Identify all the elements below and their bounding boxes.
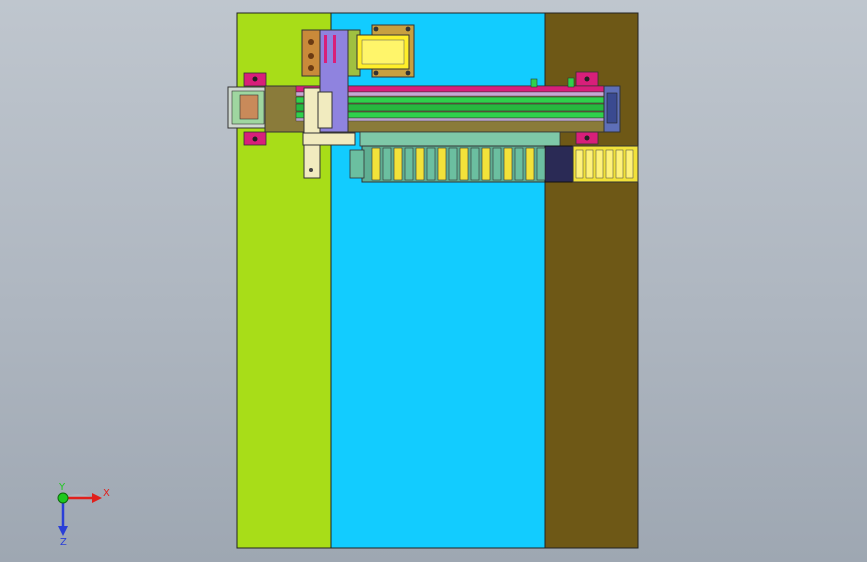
cable-drag-chain[interactable] (349, 145, 639, 183)
chain-link (448, 147, 458, 181)
chain-link (615, 149, 624, 179)
chain-link (503, 147, 513, 181)
chain-link (514, 147, 524, 181)
chain-link (585, 149, 594, 179)
chain-link (605, 149, 614, 179)
chain-link (470, 147, 480, 181)
chain-link (595, 149, 604, 179)
chain-link (459, 147, 469, 181)
chain-link (625, 149, 634, 179)
x-axis-arrowhead (92, 493, 102, 503)
support-block-right-top (575, 71, 599, 87)
chain-link (481, 147, 491, 181)
y-axis-origin (57, 492, 69, 504)
guide-bracket-right (530, 78, 538, 88)
graphics-viewport[interactable]: X Y Z (0, 0, 867, 562)
chain-link (437, 147, 447, 181)
chain-link (575, 149, 584, 179)
chain-link (393, 147, 403, 181)
chain-link (415, 147, 425, 181)
chain-link (536, 147, 546, 181)
assembly-model[interactable] (0, 0, 867, 562)
chain-link (382, 147, 392, 181)
chain-link (404, 147, 414, 181)
chain-link (492, 147, 502, 181)
x-axis-label: X (103, 488, 110, 499)
view-orientation-triad[interactable]: X Y Z (48, 482, 118, 547)
chain-link (525, 147, 535, 181)
support-block-right-bottom (575, 130, 599, 145)
support-block-left-top (243, 72, 267, 87)
guide-bracket-right-2 (567, 77, 575, 88)
lower-rail (359, 131, 561, 147)
z-axis-label: Z (60, 537, 67, 547)
chain-link (426, 147, 436, 181)
y-axis-label: Y (58, 482, 66, 493)
z-axis-arrowhead (58, 526, 68, 536)
chain-link (371, 147, 381, 181)
support-block-left-bottom (243, 131, 267, 146)
